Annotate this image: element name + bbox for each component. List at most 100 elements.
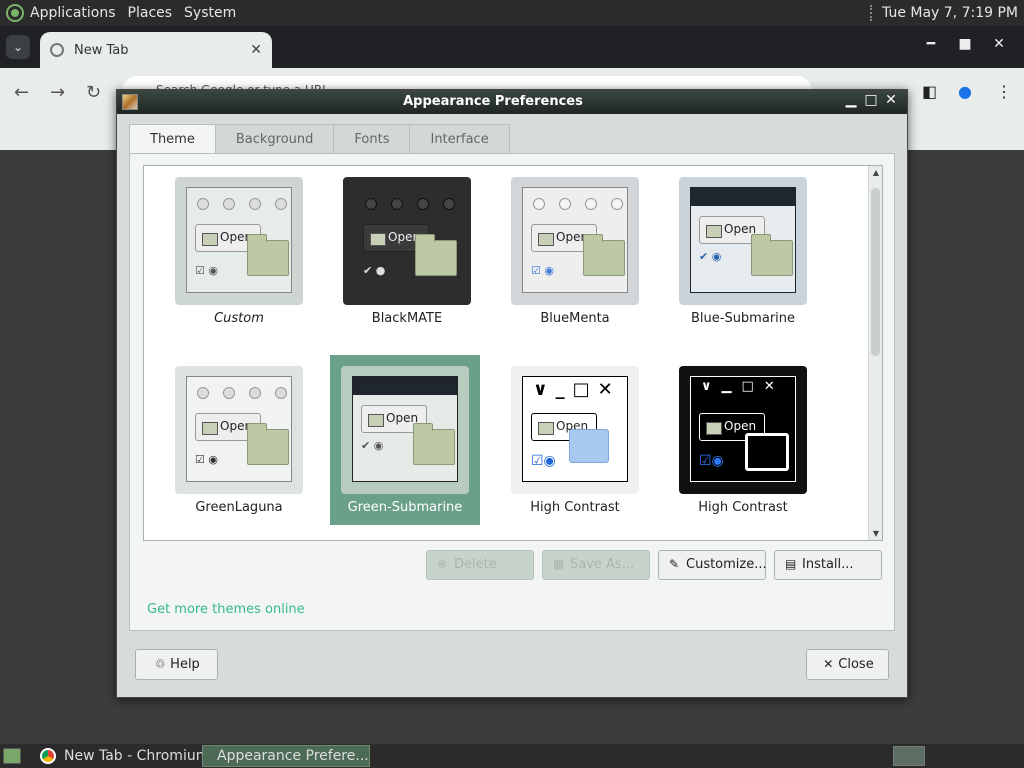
bottom-taskbar: New Tab - Chromium Appearance Prefere... xyxy=(0,744,1024,768)
folder-icon xyxy=(247,423,289,465)
theme-list-scrollbar[interactable]: ▲ ▼ xyxy=(868,166,882,540)
dialog-titlebar[interactable]: Appearance Preferences ▁ □ ✕ xyxy=(117,90,907,114)
scrollbar-thumb[interactable] xyxy=(871,188,880,356)
scroll-down-icon[interactable]: ▼ xyxy=(869,529,882,538)
forward-icon[interactable]: → xyxy=(50,82,65,103)
save-icon: ▦ xyxy=(553,557,565,571)
dialog-window-controls: ▁ □ ✕ xyxy=(841,92,901,108)
close-icon[interactable]: ✕ xyxy=(982,36,1016,52)
preferences-notebook: Theme Background Fonts Interface Open ☑ … xyxy=(129,124,895,631)
delete-icon: ⊗ xyxy=(437,557,448,571)
theme-action-buttons: ⊗ Delete ▦ Save As... ✎ Customize... ▤ Insta… xyxy=(426,550,890,580)
preview-check-radio: ☑ ◉ xyxy=(531,264,554,277)
theme-label: High Contrast xyxy=(698,500,788,515)
browser-tab[interactable]: New Tab ✕ xyxy=(40,32,272,68)
theme-label: Green-Submarine xyxy=(347,500,463,515)
maximize-icon[interactable]: ■ xyxy=(948,36,982,52)
close-button[interactable]: ✕ Close xyxy=(806,649,889,680)
panel-grip-icon xyxy=(870,5,874,21)
theme-item-greenlaguna[interactable]: Open ☑ ◉ GreenLaguna xyxy=(164,355,314,525)
task-chromium[interactable]: New Tab - Chromium xyxy=(34,745,215,767)
workspace-switcher[interactable] xyxy=(893,746,925,766)
theme-item-green-submarine[interactable]: Open ✔ ◉ Green-Submarine xyxy=(330,355,480,525)
help-button[interactable]: ♲ Help xyxy=(135,649,218,680)
theme-thumbnail: Open ☑ ◉ xyxy=(175,177,303,305)
menu-system[interactable]: System xyxy=(184,5,236,21)
scroll-up-icon[interactable]: ▲ xyxy=(869,168,882,177)
browser-window-controls: ━ ■ ✕ xyxy=(914,36,1016,52)
dialog-close-icon[interactable]: ✕ xyxy=(881,92,901,108)
tab-theme[interactable]: Theme xyxy=(129,124,216,155)
get-more-themes-link[interactable]: Get more themes online xyxy=(147,602,305,617)
tab-search-icon[interactable]: ⌄ xyxy=(6,35,30,59)
preview-window-buttons xyxy=(533,198,637,210)
theme-preview: ∨▁□✕ Open ☑◉ xyxy=(690,376,796,482)
menu-places[interactable]: Places xyxy=(128,5,173,21)
theme-preview: Open ☑ ◉ xyxy=(522,187,628,293)
theme-preview: Open ✔ ● xyxy=(354,187,460,293)
panel-clock[interactable]: Tue May 7, 7:19 PM xyxy=(882,5,1018,21)
mate-logo-icon[interactable] xyxy=(6,4,24,22)
dialog-maximize-icon[interactable]: □ xyxy=(861,92,881,108)
theme-thumbnail: Open ☑ ◉ xyxy=(511,177,639,305)
top-panel: Applications Places System Tue May 7, 7:… xyxy=(0,0,1024,26)
theme-preview: Open ☑ ◉ xyxy=(186,376,292,482)
minimize-icon[interactable]: ━ xyxy=(914,36,948,52)
theme-thumbnail: Open ✔ ● xyxy=(343,177,471,305)
theme-label: High Contrast xyxy=(530,500,620,515)
customize-button[interactable]: ✎ Customize... xyxy=(658,550,767,580)
install-button[interactable]: ▤ Install... xyxy=(774,550,882,580)
delete-button[interactable]: ⊗ Delete xyxy=(426,550,534,580)
folder-icon xyxy=(745,433,789,471)
folder-icon xyxy=(751,234,793,276)
theme-thumbnail: ∨▁□✕ Open ☑◉ xyxy=(679,366,807,494)
tab-strip: ⌄ New Tab ✕ ━ ■ ✕ xyxy=(0,26,1024,68)
profile-icon[interactable]: ● xyxy=(958,82,972,101)
tab-background[interactable]: Background xyxy=(214,124,335,154)
side-panel-icon[interactable]: ◧ xyxy=(922,82,937,101)
preview-check-radio: ☑ ◉ xyxy=(195,453,218,466)
tab-title: New Tab xyxy=(74,42,129,58)
theme-item-high-contrast[interactable]: ∨_□✕ Open ☑◉ High Contrast xyxy=(500,355,650,525)
back-icon[interactable]: ← xyxy=(14,82,29,103)
preview-check-radio: ☑◉ xyxy=(699,453,724,469)
help-icon: ♲ xyxy=(154,657,166,671)
tab-fonts[interactable]: Fonts xyxy=(333,124,411,154)
chromium-icon xyxy=(40,748,56,764)
preview-window-buttons xyxy=(197,387,301,399)
theme-item-high-contrast-inverse[interactable]: ∨▁□✕ Open ☑◉ High Contrast xyxy=(668,355,818,525)
theme-preview: ∨_□✕ Open ☑◉ xyxy=(522,376,628,482)
preview-titlebar xyxy=(353,377,457,395)
theme-thumbnail: Open ☑ ◉ xyxy=(175,366,303,494)
theme-item-custom[interactable]: Open ☑ ◉ Custom xyxy=(164,166,314,336)
save-as-button[interactable]: ▦ Save As... xyxy=(542,550,650,580)
folder-icon xyxy=(415,234,457,276)
folder-icon xyxy=(583,234,625,276)
preview-check-radio: ✔ ◉ xyxy=(361,439,384,452)
theme-preview: Open ✔ ◉ xyxy=(352,376,458,482)
show-desktop-icon[interactable] xyxy=(3,748,21,764)
reload-icon[interactable]: ↻ xyxy=(86,82,101,103)
theme-label: BlackMATE xyxy=(371,311,443,326)
theme-preview: Open ✔ ◉ xyxy=(690,187,796,293)
preview-window-buttons: ∨▁□✕ xyxy=(701,379,785,394)
theme-label: BlueMenta xyxy=(540,311,610,326)
theme-label: Blue-Submarine xyxy=(690,311,796,326)
preview-check-radio: ☑ ◉ xyxy=(195,264,218,277)
preview-check-radio: ✔ ◉ xyxy=(699,250,722,263)
theme-list[interactable]: Open ☑ ◉ Custom Open ✔ ● BlackMATE Open … xyxy=(143,165,883,541)
tab-close-icon[interactable]: ✕ xyxy=(250,42,262,58)
theme-item-blackmate[interactable]: Open ✔ ● BlackMATE xyxy=(332,166,482,336)
task-appearance-preferences[interactable]: Appearance Prefere... xyxy=(202,745,370,767)
menu-kebab-icon[interactable]: ⋮ xyxy=(996,82,1012,101)
menu-applications[interactable]: Applications xyxy=(30,5,116,21)
folder-icon xyxy=(247,234,289,276)
globe-icon xyxy=(50,43,64,57)
tab-interface[interactable]: Interface xyxy=(409,124,510,154)
preview-titlebar xyxy=(691,188,795,206)
preview-window-buttons xyxy=(365,198,469,210)
dialog-minimize-icon[interactable]: ▁ xyxy=(841,92,861,108)
install-icon: ▤ xyxy=(785,557,797,571)
theme-item-bluementa[interactable]: Open ☑ ◉ BlueMenta xyxy=(500,166,650,336)
theme-item-blue-submarine[interactable]: Open ✔ ◉ Blue-Submarine xyxy=(668,166,818,336)
